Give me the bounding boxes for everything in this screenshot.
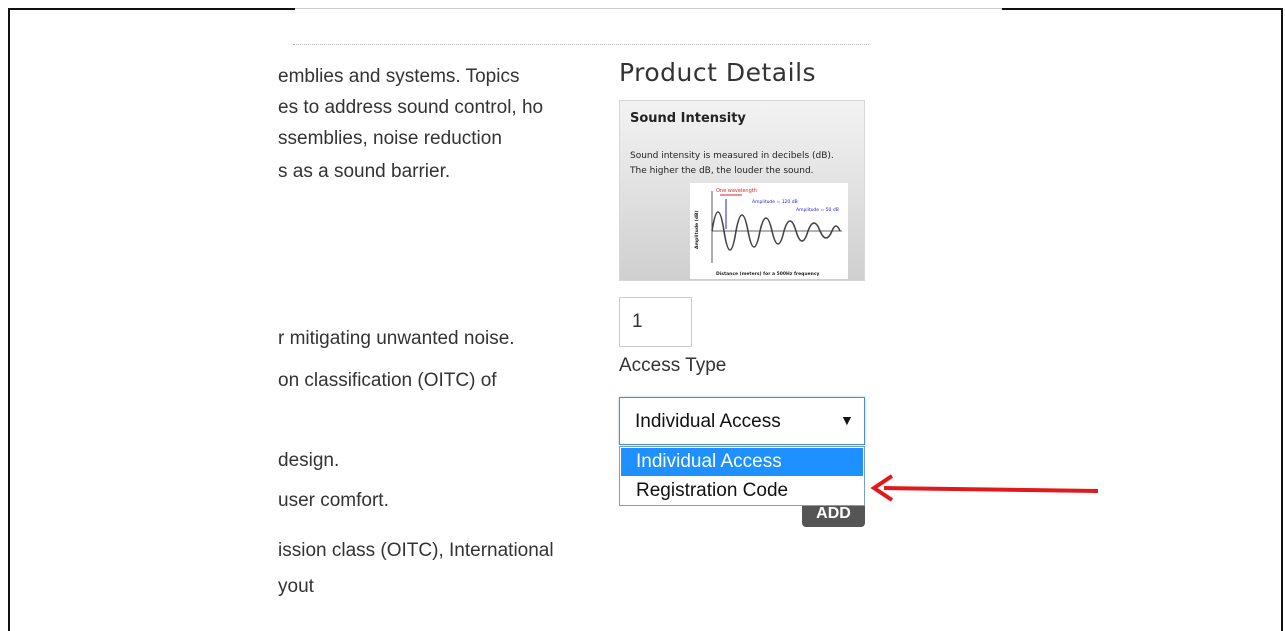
access-type-selected-value: Individual Access — [635, 411, 781, 432]
frame-top-border-middle — [295, 8, 1002, 9]
access-type-label: Access Type — [619, 355, 727, 376]
access-type-options-list: Individual Access Registration Code — [619, 446, 865, 506]
frame-left-border — [8, 8, 10, 631]
quantity-input[interactable] — [619, 297, 692, 347]
description-line: on classification (OITC) of — [278, 370, 497, 391]
frame-top-border-left — [8, 8, 295, 10]
description-line: user comfort. — [278, 490, 389, 511]
thumbnail-body: Sound intensity is measured in decibels … — [630, 149, 834, 179]
wave-graph: One wavelength Amplitude = 120 dB Amplit… — [690, 183, 848, 279]
option-registration-code[interactable]: Registration Code — [621, 477, 863, 505]
description-line: design. — [278, 450, 340, 471]
dropdown-caret-icon: ▼ — [840, 412, 854, 428]
description-line: s as a sound barrier. — [278, 161, 451, 182]
description-line: es to address sound control, ho — [278, 97, 544, 118]
access-type-select[interactable]: Individual Access ▼ — [619, 397, 865, 445]
graph-note: Amplitude = 120 dB — [752, 199, 798, 205]
product-thumbnail[interactable]: Sound Intensity Sound intensity is measu… — [619, 100, 865, 281]
description-line: yout — [278, 576, 314, 597]
wave-graph-svg: One wavelength Amplitude = 120 dB Amplit… — [694, 188, 842, 277]
graph-note: One wavelength — [716, 188, 757, 194]
thumbnail-body-line: Sound intensity is measured in decibels … — [630, 151, 834, 161]
graph-note: Amplitude = 50 dB — [796, 207, 839, 213]
frame-right-border — [1281, 8, 1283, 631]
description-line: r mitigating unwanted noise. — [278, 328, 515, 349]
option-individual-access[interactable]: Individual Access — [621, 448, 863, 476]
red-arrow-annotation — [870, 474, 1099, 502]
section-divider — [293, 44, 869, 45]
graph-x-label: Distance (meters) for a 500Hz frequency — [716, 271, 820, 277]
description-line: ission class (OITC), International — [278, 540, 554, 561]
frame-top-border-right — [1002, 8, 1283, 10]
graph-y-label: Amplitude (dB) — [694, 211, 700, 249]
description-line: ssemblies, noise reduction — [278, 128, 502, 149]
description-line: emblies and systems. Topics — [278, 66, 520, 87]
thumbnail-title: Sound Intensity — [630, 111, 746, 126]
product-details-heading: Product Details — [619, 58, 817, 87]
description-block-top: emblies and systems. Topics es to addres… — [278, 62, 618, 197]
thumbnail-body-line: The higher the dB, the louder the sound. — [630, 166, 814, 176]
